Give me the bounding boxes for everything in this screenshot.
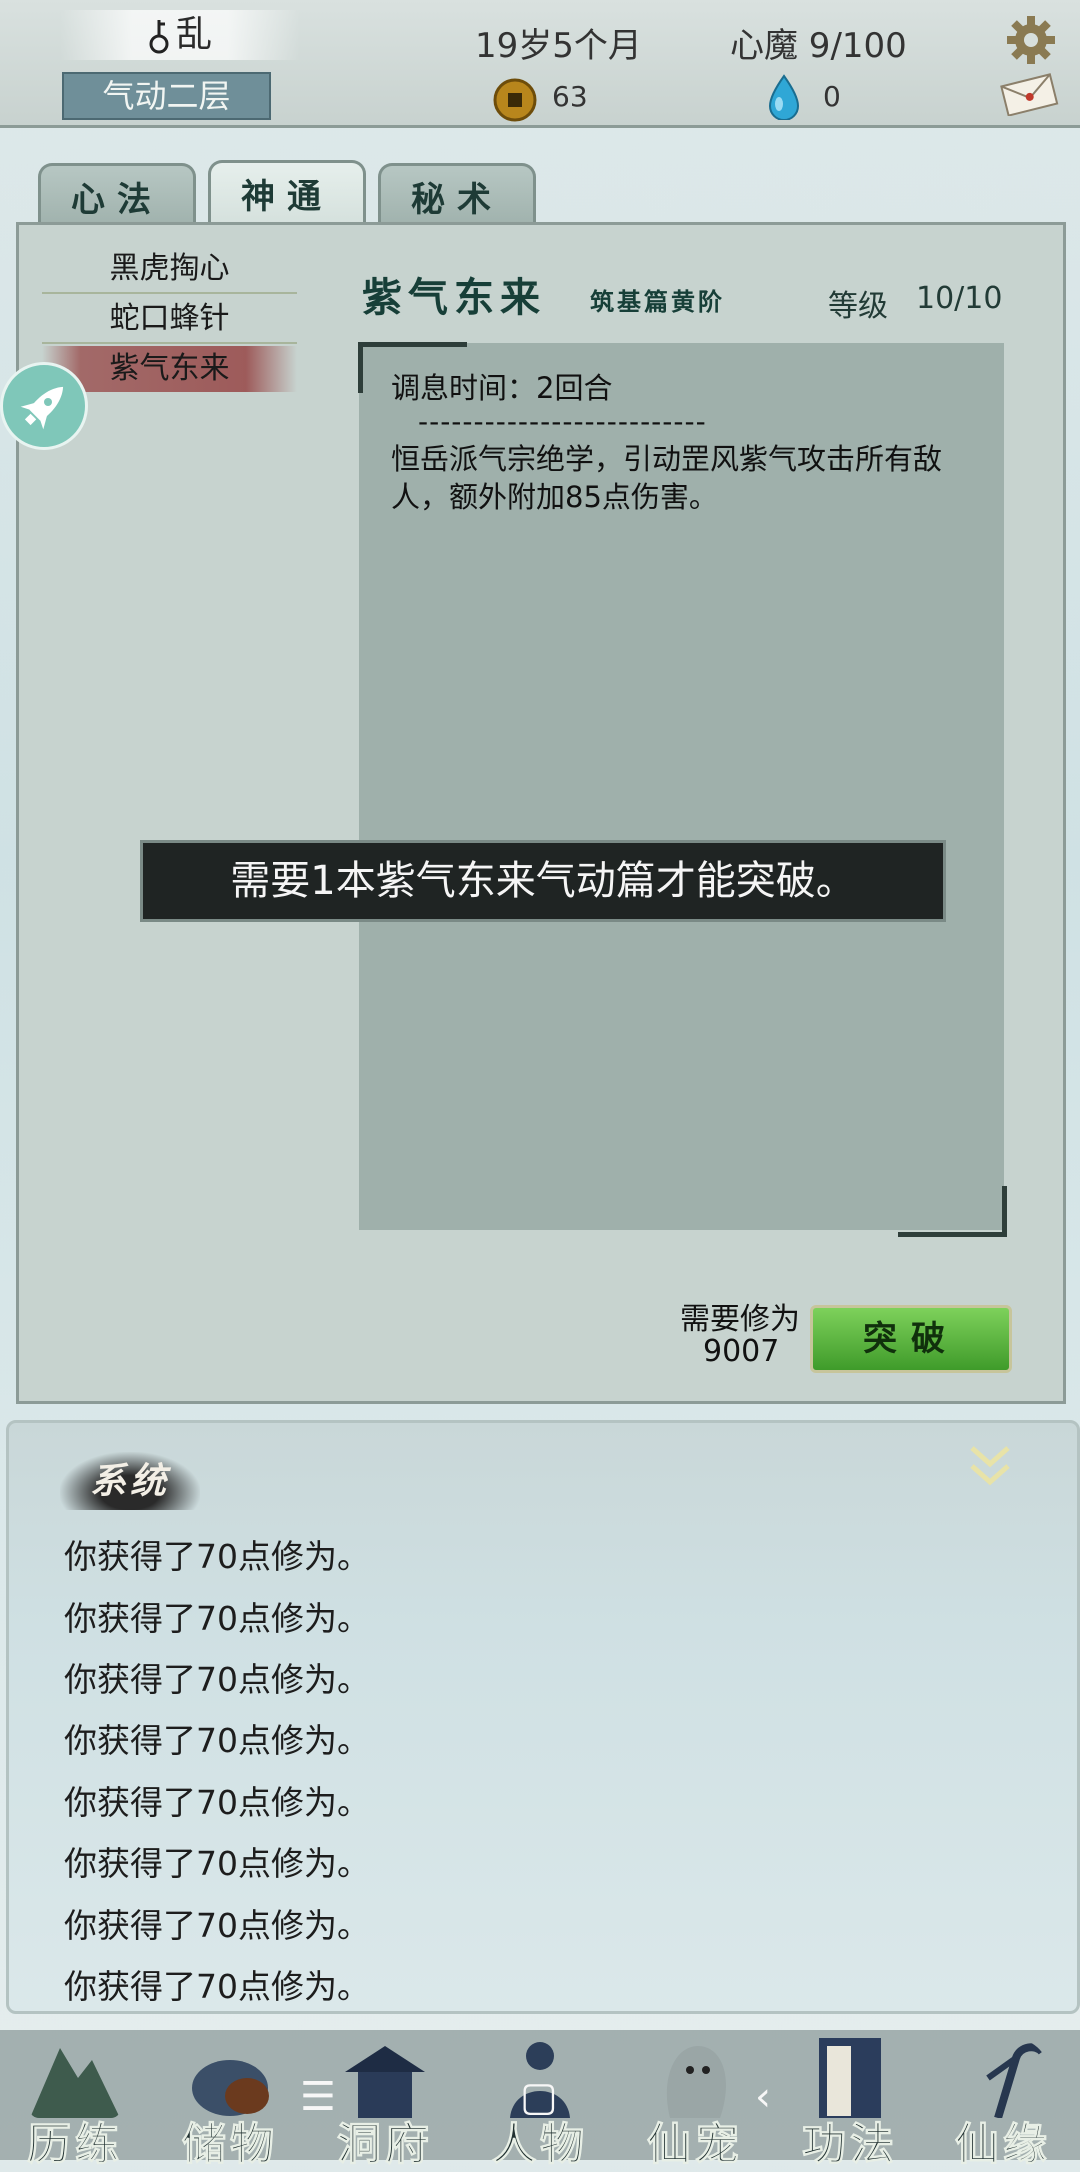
tab-xinfa[interactable]: 心法	[38, 163, 196, 228]
skill-description: 恒岳派气宗绝学，引动罡风紫气攻击所有敌人，额外附加85点伤害。	[391, 442, 943, 514]
heart-demon-text: 心魔 9/100	[730, 26, 907, 66]
log-line: 你获得了70点修为。	[64, 1537, 370, 1576]
spirit-drop-icon	[768, 74, 800, 120]
scroll-icon	[819, 2038, 881, 2118]
nav-label: 仙宠	[647, 2119, 743, 2171]
divider-line: --------------------------	[418, 405, 707, 438]
frame-corner	[898, 1186, 1007, 1237]
character-name-box[interactable]: 乱	[60, 10, 300, 60]
age-text: 19岁5个月	[475, 26, 642, 66]
coin-icon	[493, 78, 537, 122]
required-cultivation-label: 需要修为	[680, 1302, 800, 1337]
pet-icon	[666, 2046, 726, 2118]
level-value: 10/10	[916, 281, 1003, 316]
toast-message: 需要1本紫气东来气动篇才能突破。	[140, 840, 946, 922]
system-menu-button[interactable]: ☰	[300, 2074, 336, 2120]
skill-list-item[interactable]: 蛇口蜂针	[42, 296, 297, 344]
log-line: 你获得了70点修为。	[64, 1967, 370, 2006]
log-line: 你获得了70点修为。	[64, 1721, 370, 1760]
level-label: 等级	[828, 289, 888, 324]
collapse-chevrons-icon[interactable]	[968, 1442, 1012, 1490]
system-back-button[interactable]: ‹	[755, 2074, 771, 2120]
gear-icon[interactable]	[1005, 14, 1057, 66]
tab-shentong[interactable]: 神通	[208, 160, 366, 231]
crane-icon	[986, 2043, 1046, 2118]
log-line: 你获得了70点修为。	[64, 1906, 370, 1945]
skill-list-item[interactable]: 黑虎掏心	[42, 246, 297, 294]
key-icon	[149, 20, 169, 54]
log-title: 系统	[60, 1452, 200, 1510]
mail-icon[interactable]	[998, 72, 1060, 116]
log-line: 你获得了70点修为。	[64, 1660, 370, 1699]
rest-time-text: 调息时间：2回合	[391, 371, 613, 405]
log-line: 你获得了70点修为。	[64, 1844, 370, 1883]
palace-icon	[345, 2046, 425, 2118]
character-name: 乱	[175, 14, 212, 55]
spirit-drop-count: 0	[823, 80, 841, 113]
nav-lilian[interactable]: 历练	[0, 2030, 150, 2171]
status-bar: 乱 气动二层 19岁5个月 心魔 9/100 63 0	[0, 0, 1080, 128]
required-cultivation-value: 9007	[703, 1334, 780, 1369]
mountain-icon	[30, 2048, 120, 2118]
breakthrough-button[interactable]: 突破	[810, 1305, 1012, 1373]
system-home-button[interactable]: ▢	[520, 2074, 558, 2120]
nav-gongfa[interactable]: 功法	[775, 2030, 925, 2171]
nav-xianchong[interactable]: 仙宠	[620, 2030, 770, 2171]
nav-xianyuan[interactable]: 仙缘	[928, 2030, 1078, 2171]
nav-label: 储物	[182, 2119, 278, 2171]
coin-count: 63	[552, 80, 588, 113]
nav-label: 功法	[802, 2119, 898, 2171]
realm-badge: 气动二层	[62, 72, 271, 120]
skill-grade: 筑基篇黄阶	[590, 287, 725, 316]
log-line: 你获得了70点修为。	[64, 1783, 370, 1822]
rocket-icon	[20, 386, 64, 430]
log-line: 你获得了70点修为。	[64, 1599, 370, 1638]
nav-label: 历练	[27, 2119, 123, 2171]
nav-label: 仙缘	[955, 2119, 1051, 2171]
skill-title: 紫气东来	[362, 274, 546, 321]
rocket-button[interactable]	[0, 362, 88, 450]
tab-mishu[interactable]: 秘术	[378, 163, 536, 228]
nav-chuwu[interactable]: 储物	[155, 2030, 305, 2171]
bag-icon	[192, 2060, 269, 2116]
